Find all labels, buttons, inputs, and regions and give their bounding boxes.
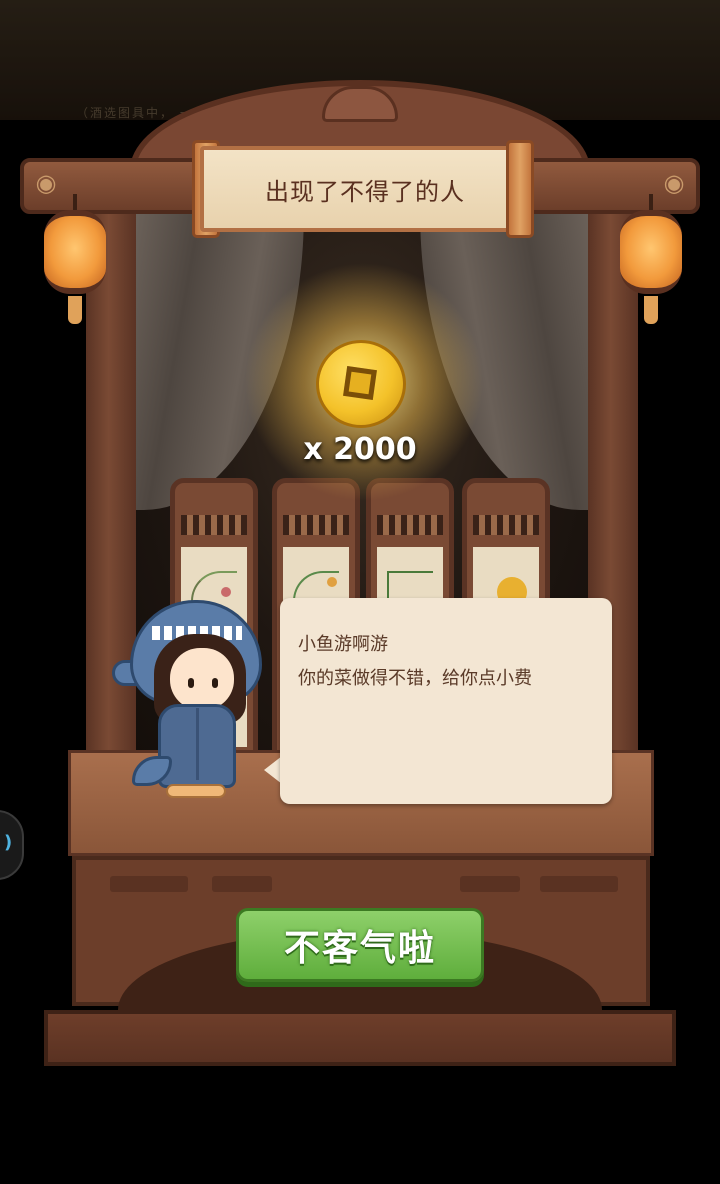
thanks-button[interactable]: 不客气啦	[236, 908, 484, 982]
reward-amount: x 2000	[303, 432, 417, 467]
speech-bubble: 小鱼游啊游 你的菜做得不错，给你点小费	[280, 598, 612, 804]
popup-title: 出现了不得了的人	[265, 177, 465, 206]
lantern-icon	[620, 210, 682, 294]
stage-floor	[44, 1010, 676, 1066]
title-banner: 出现了不得了的人	[200, 146, 530, 232]
scroll-roll-right	[506, 140, 534, 238]
character-slippers	[166, 784, 226, 798]
speaker-name: 小鱼游啊游	[298, 634, 388, 655]
beam-swirl-icon: ◉	[663, 169, 685, 197]
floating-widget-icon: )	[4, 832, 13, 853]
beam-swirl-icon: ◉	[35, 169, 57, 197]
coin-square-hole	[343, 366, 377, 400]
customer-character	[112, 600, 262, 806]
dialog-message: 你的菜做得不错，给你点小费	[298, 668, 532, 689]
lantern-icon	[44, 210, 106, 294]
thanks-button-label: 不客气啦	[283, 928, 436, 969]
character-face	[170, 648, 234, 710]
